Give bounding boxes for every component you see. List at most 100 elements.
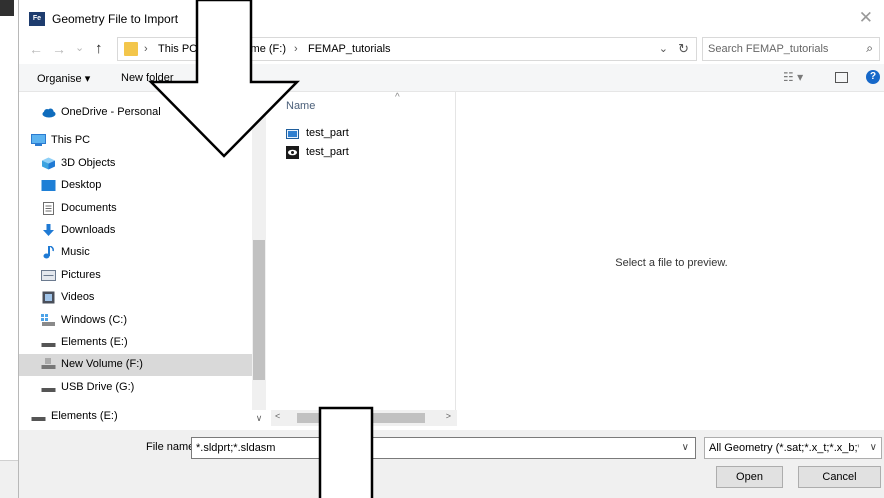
- cube-icon: [42, 157, 55, 170]
- preview-message: Select a file to preview.: [615, 257, 728, 269]
- forward-arrow-icon[interactable]: →: [52, 40, 66, 58]
- sidebar-item-label: 3D Objects: [61, 157, 116, 169]
- sidebar-item-music[interactable]: Music: [19, 242, 252, 264]
- scrollbar-thumb[interactable]: [253, 240, 265, 380]
- navigation-pane-scrollbar[interactable]: [252, 92, 266, 410]
- background-window-bottom: [0, 460, 18, 498]
- sidebar-item-3d-objects[interactable]: 3D Objects: [19, 153, 252, 175]
- help-icon[interactable]: ?: [866, 70, 880, 84]
- chevron-down-icon[interactable]: ∨: [682, 442, 689, 453]
- folder-file-icon: [286, 129, 299, 139]
- search-box[interactable]: Search FEMAP_tutorials ⌕: [702, 37, 880, 61]
- file-type-value: All Geometry (*.sat;*.x_t;*.x_b;*.: [709, 442, 859, 454]
- video-icon: [42, 291, 55, 304]
- drive-icon: [41, 358, 56, 369]
- column-divider[interactable]: [455, 92, 456, 410]
- sidebar-item-label: Elements (E:): [51, 410, 118, 422]
- folder-icon: [124, 42, 138, 56]
- file-type-select[interactable]: All Geometry (*.sat;*.x_t;*.x_b;*. ∨: [704, 437, 882, 459]
- file-row-test-part-folder[interactable]: test_part: [286, 124, 446, 144]
- sidebar-item-label: Downloads: [61, 224, 116, 236]
- music-icon: [43, 246, 54, 259]
- file-name: test_part: [306, 127, 349, 139]
- dialog-footer: File name: *.sldprt;*.sldasm ∨ All Geome…: [19, 430, 884, 498]
- breadcrumb-separator: ›: [294, 43, 298, 55]
- back-arrow-icon[interactable]: ←: [29, 40, 43, 58]
- sidebar-item-label: Documents: [61, 202, 117, 214]
- file-name: test_part: [306, 146, 349, 158]
- sidebar-item-label: Elements (E:): [61, 336, 128, 348]
- sidebar-item-pictures[interactable]: Pictures: [19, 265, 252, 287]
- desktop-icon: [41, 180, 56, 191]
- address-dropdown-icon[interactable]: ⌄: [659, 42, 668, 55]
- picture-icon: [41, 270, 56, 281]
- sidebar-item-elements-e[interactable]: Elements (E:): [19, 332, 252, 354]
- open-button[interactable]: Open: [716, 466, 783, 488]
- command-bar: Organise ▾ New folder ☷ ▾ ?: [19, 64, 884, 92]
- sidebar-item-desktop[interactable]: Desktop: [19, 175, 252, 197]
- breadcrumb-separator: ›: [144, 43, 148, 55]
- search-placeholder: Search FEMAP_tutorials: [708, 43, 829, 55]
- scroll-down-icon[interactable]: ∨: [252, 410, 266, 426]
- navigation-row: ← → ⌄ ↑ › This PC lume (F:) › FEMAP_tuto…: [19, 36, 884, 64]
- sidebar-item-videos[interactable]: Videos: [19, 287, 252, 309]
- sidebar-item-usb-drive-g[interactable]: USB Drive (G:): [19, 377, 252, 399]
- femap-app-icon: Fe: [29, 12, 45, 26]
- search-icon: ⌕: [866, 41, 873, 55]
- file-row-test-part-eye[interactable]: test_part: [286, 143, 446, 163]
- sidebar-item-this-pc[interactable]: This PC: [19, 130, 252, 152]
- sidebar-item-label: Music: [61, 246, 90, 258]
- computer-icon: [31, 134, 46, 146]
- background-app-icon: [0, 0, 14, 16]
- background-window-strip: [0, 0, 18, 498]
- close-icon[interactable]: ✕: [859, 9, 873, 26]
- recent-locations-icon[interactable]: ⌄: [75, 39, 84, 57]
- up-arrow-icon[interactable]: ↑: [95, 40, 103, 58]
- sidebar-item-label: Pictures: [61, 269, 101, 281]
- new-folder-button[interactable]: New folder: [121, 72, 174, 84]
- scroll-left-icon[interactable]: <: [275, 411, 280, 421]
- change-view-icon[interactable]: ☷ ▾: [783, 70, 803, 84]
- cloud-icon: [42, 108, 56, 118]
- sidebar-item-onedrive[interactable]: OneDrive - Personal: [19, 102, 252, 124]
- sidebar-item-documents[interactable]: Documents: [19, 198, 252, 220]
- sidebar-item-downloads[interactable]: Downloads: [19, 220, 252, 242]
- sidebar-item-new-volume-f[interactable]: New Volume (F:): [19, 354, 252, 376]
- sort-indicator-icon: ^: [395, 92, 400, 103]
- title-bar: Fe Geometry File to Import ✕: [19, 0, 884, 36]
- sidebar-item-label: Desktop: [61, 179, 102, 191]
- sidebar-item-elements-e-bottom[interactable]: Elements (E:): [19, 406, 252, 428]
- drive-icon: [41, 388, 56, 392]
- sidebar-item-label: Windows (C:): [61, 314, 128, 326]
- download-icon: [43, 224, 54, 236]
- document-icon: [43, 202, 54, 215]
- scrollbar-thumb[interactable]: [297, 413, 425, 423]
- sidebar-item-windows-c[interactable]: Windows (C:): [19, 310, 252, 332]
- file-list: ^ Name test_part test_part: [271, 92, 457, 410]
- cancel-button[interactable]: Cancel: [798, 466, 881, 488]
- refresh-icon[interactable]: ↻: [678, 41, 689, 57]
- sidebar-item-label: OneDrive - Personal: [61, 106, 161, 118]
- preview-pane: Select a file to preview.: [458, 92, 884, 430]
- chevron-down-icon: ∨: [869, 442, 877, 453]
- column-header-name[interactable]: Name: [286, 100, 315, 112]
- eye-file-icon: [286, 146, 299, 159]
- dialog-title: Geometry File to Import: [52, 12, 179, 26]
- file-list-horizontal-scrollbar[interactable]: < >: [271, 410, 457, 426]
- drive-icon: [31, 417, 46, 421]
- file-open-dialog: Fe Geometry File to Import ✕ ← → ⌄ ↑ › T…: [18, 0, 884, 498]
- drive-icon: [41, 343, 56, 347]
- preview-pane-icon[interactable]: [835, 72, 848, 83]
- sidebar-item-label: Videos: [61, 291, 95, 303]
- address-bar[interactable]: › This PC lume (F:) › FEMAP_tutorials ⌄ …: [117, 37, 697, 61]
- scroll-right-icon[interactable]: >: [446, 411, 451, 421]
- drive-icon: [41, 314, 55, 326]
- file-name-input[interactable]: *.sldprt;*.sldasm ∨: [191, 437, 696, 459]
- file-name-label: File name:: [146, 441, 198, 453]
- sidebar-item-label: USB Drive (G:): [61, 381, 135, 393]
- breadcrumb-volume[interactable]: lume (F:): [242, 43, 286, 55]
- breadcrumb-this-pc[interactable]: This PC: [158, 43, 197, 55]
- sidebar-item-label: This PC: [51, 134, 91, 146]
- organise-button[interactable]: Organise ▾: [37, 72, 90, 85]
- breadcrumb-femap-tutorials[interactable]: FEMAP_tutorials: [308, 43, 391, 55]
